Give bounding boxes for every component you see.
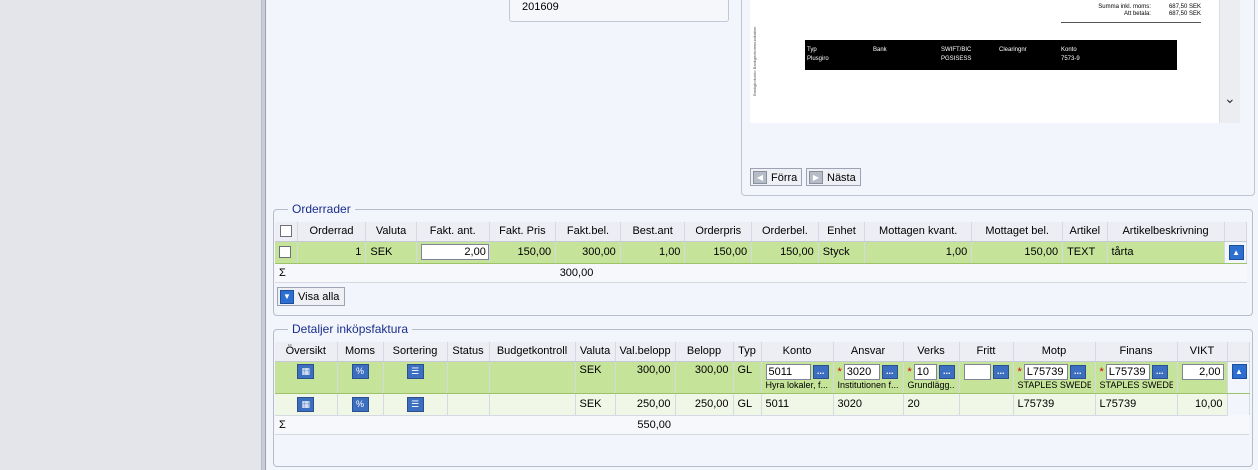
fakt-ant-input[interactable] [420,244,489,260]
verks-description: Grundlägg... [907,379,955,390]
detaljer-header-row: Översikt Moms Sortering Status Budgetkon… [275,342,1250,362]
invoice-total-row: Summa inkl. moms: 687,50 SEK [1098,4,1201,10]
prev-button[interactable]: ◀ Förra [750,168,803,186]
select-all-checkbox[interactable] [279,225,292,238]
invoice-side-text: Bankgirokonto Bankgirokommunikation [752,26,757,96]
sidebar-splitter[interactable] [262,0,266,470]
collapse-up-icon[interactable]: ▲ [1228,244,1244,260]
motp-input[interactable]: L75739 [1023,363,1068,380]
col-header[interactable]: Fakt. Pris [489,222,557,242]
required-icon: * [1017,365,1022,378]
overview-icon[interactable]: ▦ [297,363,315,379]
invoice-image: Bankgirokonto Bankgirokommunikation Summ… [750,0,1220,123]
col-header[interactable]: Konto [761,342,834,362]
row-checkbox[interactable] [279,246,291,259]
col-header[interactable]: Best.ant [620,222,686,242]
col-header[interactable]: Fritt [959,342,1014,362]
invoice-total-divider [1061,22,1201,23]
finans-description: STAPLES SWEDE... [1099,379,1173,390]
percent-icon[interactable]: % [351,363,369,379]
period-value: 201609 [522,1,559,13]
sum-value: 300,00 [555,263,621,283]
finans-input[interactable]: L75739 [1105,363,1150,380]
sum-value: 550,00 [615,415,675,435]
col-header[interactable]: Verks [903,342,960,362]
bank-header-row: Typ Bank SWIFT/BIC Clearingnr Konto [805,46,1177,55]
main-panel: 201609 Bankgirokonto Bankgirokommunikati… [267,0,1258,470]
fritt-input[interactable] [963,363,991,380]
col-header[interactable]: Mottagen kvant. [864,222,973,242]
table-row[interactable]: ▦ % ☰ SEK 300,00 300,00 GL 5011 ... Hyra… [275,360,1250,394]
overview-icon[interactable]: ▦ [297,396,315,412]
arrow-right-icon: ▶ [809,171,823,184]
lookup-icon[interactable]: ... [881,364,898,379]
col-header[interactable]: Motp [1013,342,1096,362]
next-button[interactable]: ▶ Nästa [806,168,861,186]
percent-icon[interactable]: % [351,396,369,412]
invoice-preview-panel: Bankgirokonto Bankgirokommunikation Summ… [741,0,1255,196]
sum-row: Σ 300,00 [275,263,1247,283]
orderrader-table: Orderrad Valuta Fakt. ant. Fakt. Pris Fa… [275,222,1248,283]
col-header[interactable]: Moms [337,342,384,362]
chevron-down-icon[interactable]: ⌄ [1224,90,1236,107]
bank-value-row: Plusgiro PGSISESS 7573-9 [805,55,1177,64]
motp-description: STAPLES SWEDE... [1017,379,1091,390]
konto-input[interactable]: 5011 [765,363,811,380]
sort-list-icon[interactable]: ☰ [406,363,424,379]
col-header[interactable]: Typ [733,342,762,362]
col-header[interactable]: Finans [1095,342,1178,362]
sort-list-icon[interactable]: ☰ [406,396,424,412]
col-header[interactable]: Orderbel. [751,222,819,242]
ansvar-input[interactable]: 3020 [843,363,880,380]
required-icon: * [907,365,912,378]
col-header[interactable]: Fakt.bel. [555,222,621,242]
col-header[interactable]: Val.belopp [615,342,676,362]
lookup-icon[interactable]: ... [992,364,1009,379]
col-header[interactable]: Enhet [818,222,866,242]
required-icon: * [1099,365,1104,378]
lookup-icon[interactable]: ... [812,364,829,379]
konto-description: Hyra lokaler, f... [765,379,829,390]
sum-icon: Σ [275,263,298,283]
expand-down-icon: ▼ [280,289,294,304]
sum-row: Σ 550,00 [275,415,1249,435]
ansvar-description: Institutionen f... [837,379,899,390]
table-row[interactable]: ▦ % ☰ SEK 250,00 250,00 GL 5011 3020 20 … [275,393,1250,416]
sum-icon: Σ [275,415,337,435]
detaljer-legend: Detaljer inköpsfaktura [288,322,413,336]
col-header[interactable]: Budgetkontroll [489,342,576,362]
lookup-icon[interactable]: ... [939,364,955,379]
period-field: 201609 [509,0,729,22]
left-sidebar [0,0,262,470]
show-all-button[interactable]: ▼ Visa alla [277,287,346,306]
col-header[interactable]: Översikt [275,342,338,362]
col-header[interactable]: Belopp [675,342,734,362]
lookup-icon[interactable]: ... [1151,364,1168,379]
lookup-icon[interactable]: ... [1069,364,1086,379]
table-row[interactable]: 1 SEK 150,00 300,00 1,00 150,00 150,00 S… [275,240,1248,264]
col-header[interactable]: Sortering [383,342,448,362]
col-header[interactable]: Orderpris [684,222,753,242]
orderrader-legend: Orderrader [288,202,355,216]
col-header[interactable]: Mottaget bel. [971,222,1064,242]
collapse-up-icon[interactable]: ▲ [1231,363,1247,379]
verks-input[interactable]: 10 [913,363,938,380]
col-header[interactable]: Fakt. ant. [416,222,490,242]
col-header[interactable]: Status [447,342,490,362]
col-header[interactable]: Artikelbeskrivning [1107,222,1225,242]
required-icon: * [837,365,842,378]
col-header[interactable]: Artikel [1062,222,1108,242]
arrow-left-icon: ◀ [753,171,767,184]
preview-scrollbar[interactable]: ⌄ [1220,0,1240,123]
vikt-input[interactable]: 2,00 [1181,363,1224,380]
orderrader-header-row: Orderrad Valuta Fakt. ant. Fakt. Pris Fa… [275,222,1248,242]
col-header[interactable]: Valuta [365,222,417,242]
col-header[interactable]: VIKT [1177,342,1228,362]
col-header[interactable]: Valuta [575,342,616,362]
invoice-total-row: Att betala: 687,50 SEK [1123,11,1201,17]
detaljer-table: Översikt Moms Sortering Status Budgetkon… [275,342,1250,435]
col-header[interactable]: Orderrad [297,222,367,242]
invoice-bank-table: Typ Bank SWIFT/BIC Clearingnr Konto Plus… [805,40,1177,70]
col-header[interactable]: Ansvar [833,342,904,362]
